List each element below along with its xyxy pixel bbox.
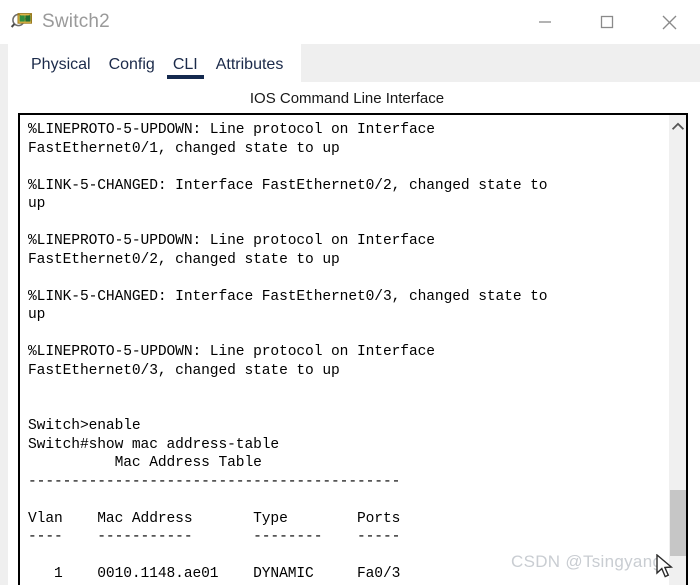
cli-panel: IOS Command Line Interface %LINEPROTO-5-… [8, 82, 700, 585]
close-button[interactable] [638, 0, 700, 44]
device-config-window: Switch2 Physical Config CLI Attributes I… [0, 0, 700, 585]
panel-title: IOS Command Line Interface [249, 90, 445, 107]
window-title: Switch2 [42, 11, 110, 32]
cli-scrollbar[interactable] [668, 115, 686, 585]
tab-strip: Physical Config CLI Attributes [8, 44, 301, 82]
chevron-up-icon[interactable] [669, 117, 686, 135]
packet-tracer-device-icon [10, 10, 34, 34]
tab-cli[interactable]: CLI [164, 56, 207, 82]
tab-attributes[interactable]: Attributes [207, 56, 293, 82]
cli-output-text[interactable]: %LINEPROTO-5-UPDOWN: Line protocol on In… [20, 115, 668, 585]
window-controls [514, 0, 700, 44]
maximize-button[interactable] [576, 0, 638, 44]
tab-config[interactable]: Config [100, 56, 164, 82]
title-bar: Switch2 [0, 0, 700, 44]
cli-console[interactable]: %LINEPROTO-5-UPDOWN: Line protocol on In… [18, 113, 688, 585]
minimize-button[interactable] [514, 0, 576, 44]
tab-physical[interactable]: Physical [22, 56, 100, 82]
cli-scrollbar-thumb[interactable] [670, 490, 686, 556]
